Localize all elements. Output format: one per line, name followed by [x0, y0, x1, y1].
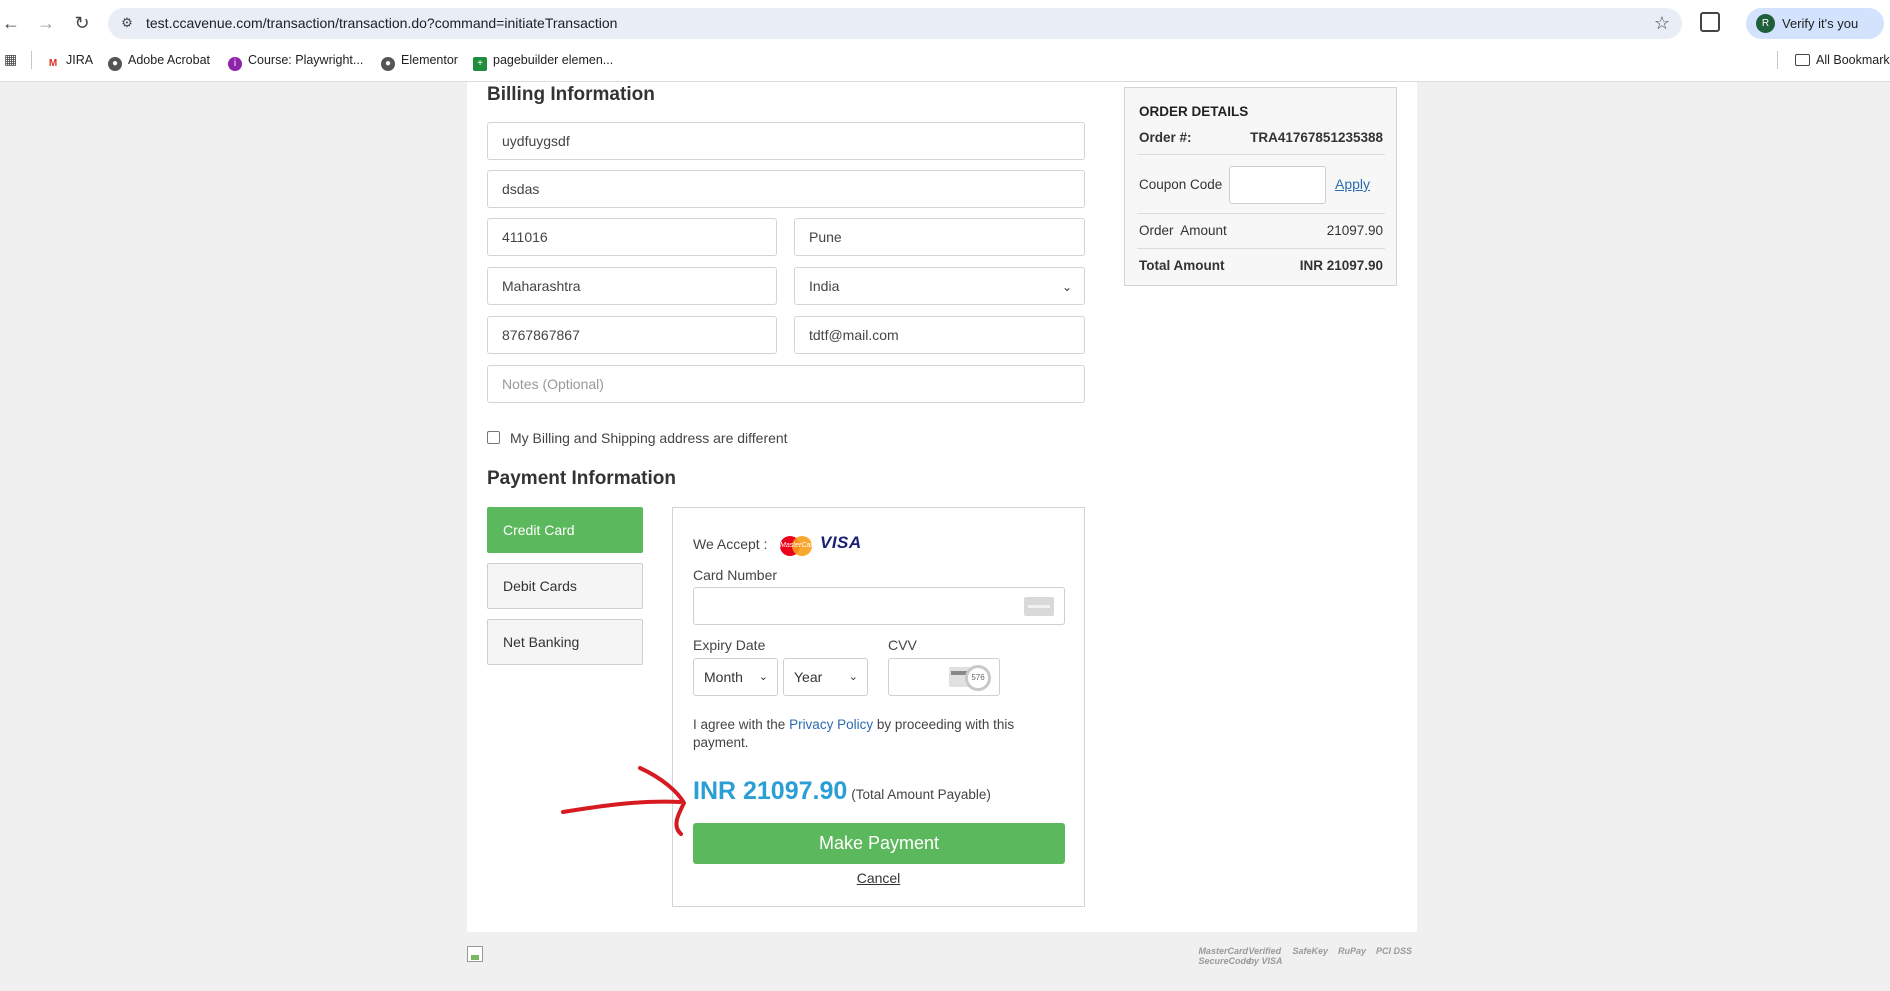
expiry-month-select[interactable]: Month ⌄: [693, 658, 778, 696]
credit-card-tab[interactable]: Credit Card: [487, 507, 643, 553]
total-amount-row: Total Amount INR 21097.90: [1139, 258, 1383, 273]
globe-icon: ●: [381, 57, 395, 71]
bookmark-adobe-acrobat[interactable]: ● Adobe Acrobat: [108, 51, 210, 71]
mastercard-icon: MasterCard: [780, 536, 817, 556]
browser-chrome: ← → ↻ ⚙ test.ccavenue.com/transaction/tr…: [0, 0, 1890, 82]
different-address-checkbox[interactable]: [487, 431, 500, 444]
reload-icon[interactable]: ↻: [71, 12, 93, 34]
apps-grid-icon[interactable]: ▦: [4, 52, 18, 66]
page-footer: MasterCard SecureCode Verified by VISA S…: [467, 932, 1417, 972]
payment-title: Payment Information: [487, 468, 676, 489]
total-payable: INR 21097.90 (Total Amount Payable): [693, 777, 991, 806]
payable-note: (Total Amount Payable): [851, 787, 991, 802]
we-accept-label: We Accept :: [693, 536, 768, 552]
course-icon: i: [228, 57, 242, 71]
payable-amount: INR 21097.90: [693, 777, 848, 805]
forward-icon[interactable]: →: [35, 12, 57, 34]
address-field[interactable]: dsdas: [487, 170, 1085, 208]
country-select[interactable]: India ⌄: [794, 267, 1085, 305]
city-field[interactable]: Pune: [794, 218, 1085, 256]
email-field[interactable]: tdtf@mail.com: [794, 316, 1085, 354]
credit-card-icon: [1024, 597, 1054, 616]
globe-icon: ●: [108, 57, 122, 71]
folder-icon: [1795, 54, 1810, 66]
bookmark-pagebuilder[interactable]: + pagebuilder elemen...: [473, 51, 613, 71]
cvv-hint-icon: 576: [949, 665, 995, 691]
order-number-row: Order #: TRA41767851235388: [1139, 130, 1383, 145]
all-bookmarks[interactable]: All Bookmark: [1795, 51, 1890, 69]
sheets-icon: +: [473, 57, 487, 71]
profile-label: Verify it's you: [1782, 16, 1859, 31]
privacy-policy-link[interactable]: Privacy Policy: [789, 717, 873, 732]
coupon-code-input[interactable]: [1229, 166, 1326, 204]
order-amount-row: Order Amount 21097.90: [1139, 223, 1383, 238]
different-address-label: My Billing and Shipping address are diff…: [510, 430, 788, 446]
broken-image-icon: [467, 946, 483, 962]
extensions-icon[interactable]: [1700, 12, 1720, 32]
expiry-date-label: Expiry Date: [693, 637, 766, 653]
bookmarks-bar: ▦ M JIRA ● Adobe Acrobat i Course: Playwrig…: [0, 49, 1890, 71]
bookmark-jira[interactable]: M JIRA: [46, 51, 93, 71]
address-bar-row: ← → ↻ ⚙ test.ccavenue.com/transaction/tr…: [0, 0, 1890, 47]
safekey-logo: SafeKey: [1292, 946, 1328, 956]
bookmark-course-playwright[interactable]: i Course: Playwright...: [228, 51, 363, 71]
omnibox[interactable]: ⚙ test.ccavenue.com/transaction/transact…: [108, 8, 1682, 39]
card-number-input[interactable]: [693, 587, 1065, 625]
country-value: India: [809, 278, 840, 294]
bookmark-divider: [31, 51, 32, 69]
debit-cards-tab[interactable]: Debit Cards: [487, 563, 643, 609]
different-address-row[interactable]: My Billing and Shipping address are diff…: [487, 430, 788, 446]
site-info-icon[interactable]: ⚙: [118, 14, 136, 32]
billing-title: Billing Information: [487, 84, 655, 105]
total-amount: INR 21097.90: [1299, 258, 1383, 273]
bookmark-elementor[interactable]: ● Elementor: [381, 51, 458, 71]
name-field[interactable]: uydfuygsdf: [487, 122, 1085, 160]
bookmark-divider: [1777, 51, 1778, 69]
security-logos: MasterCard SecureCode Verified by VISA S…: [1198, 946, 1412, 966]
chevron-down-icon: ⌄: [1061, 280, 1072, 294]
order-details-title: ORDER DETAILS: [1139, 104, 1249, 119]
notes-field[interactable]: Notes (Optional): [487, 365, 1085, 403]
state-field[interactable]: Maharashtra: [487, 267, 777, 305]
chevron-down-icon: ⌄: [848, 671, 858, 683]
apply-coupon-link[interactable]: Apply: [1335, 176, 1370, 192]
order-amount: 21097.90: [1326, 223, 1383, 238]
bookmark-star-icon[interactable]: ☆: [1654, 13, 1670, 34]
phone-field[interactable]: 8767867867: [487, 316, 777, 354]
make-payment-button[interactable]: Make Payment: [693, 823, 1065, 864]
divider: [1137, 248, 1385, 249]
checkout-page: Billing Information uydfuygsdf dsdas 411…: [467, 82, 1417, 932]
profile-button[interactable]: R Verify it's you: [1746, 8, 1884, 39]
avatar: R: [1756, 14, 1775, 33]
zip-field[interactable]: 411016: [487, 218, 777, 256]
rupay-logo: RuPay: [1337, 946, 1366, 956]
chevron-down-icon: ⌄: [758, 671, 768, 683]
cvv-label: CVV: [888, 637, 917, 653]
gmail-icon: M: [46, 57, 60, 71]
cvv-input[interactable]: 576: [888, 658, 1000, 696]
back-icon[interactable]: ←: [0, 12, 22, 34]
pci-dss-logo: PCI DSS: [1375, 946, 1412, 956]
order-number: TRA41767851235388: [1250, 130, 1383, 145]
divider: [1137, 213, 1385, 214]
expiry-year-select[interactable]: Year ⌄: [783, 658, 868, 696]
privacy-agreement: I agree with the Privacy Policy by proce…: [693, 717, 1015, 750]
url-text[interactable]: test.ccavenue.com/transaction/transactio…: [146, 15, 617, 31]
divider: [1137, 154, 1385, 155]
card-number-label: Card Number: [693, 567, 778, 583]
order-details-box: ORDER DETAILS Order #: TRA41767851235388 …: [1124, 87, 1397, 286]
cancel-link[interactable]: Cancel: [673, 870, 1084, 886]
visa-icon: VISA: [820, 533, 862, 552]
mastercard-securecode-logo: MasterCard SecureCode: [1198, 946, 1251, 966]
credit-card-panel: We Accept : MasterCard VISA Card Number …: [672, 507, 1085, 907]
net-banking-tab[interactable]: Net Banking: [487, 619, 643, 665]
verified-by-visa-logo: Verified by VISA: [1248, 946, 1283, 966]
